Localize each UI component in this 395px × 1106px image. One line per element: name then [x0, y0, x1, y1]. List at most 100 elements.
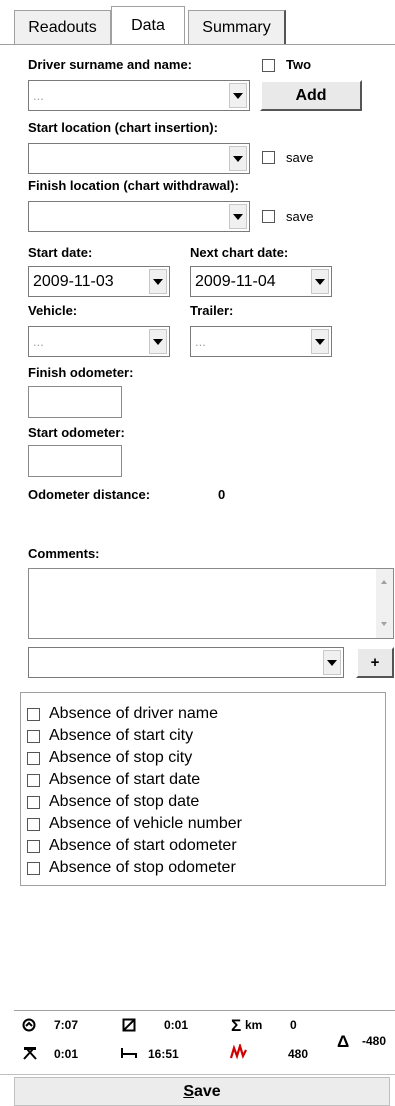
absence-stop-date-row[interactable]: Absence of stop date: [27, 791, 199, 813]
tab-summary-label: Summary: [202, 18, 271, 36]
trailer-label: Trailer:: [190, 303, 234, 318]
absence-start-city-checkbox[interactable]: [27, 729, 40, 743]
absence-driver-name-label: Absence of driver name: [49, 705, 218, 722]
tab-readouts-label: Readouts: [28, 18, 97, 36]
hammers-icon: [22, 1046, 38, 1060]
start-location-save-label: save: [286, 150, 314, 165]
trailer-select-value: ...: [195, 334, 206, 349]
start-date-value: 2009-11-03: [33, 272, 114, 290]
start-odometer-label: Start odometer:: [28, 425, 125, 440]
sum-km-label: km: [245, 1018, 263, 1032]
scroll-up-icon[interactable]: [381, 580, 387, 584]
absence-driver-name-checkbox[interactable]: [27, 707, 40, 721]
absence-stop-date-label: Absence of stop date: [49, 793, 200, 810]
comments-scrollbar[interactable]: [376, 569, 393, 638]
drive-time-icon: [22, 1018, 36, 1032]
absence-stop-city-checkbox[interactable]: [27, 751, 40, 765]
vehicle-label: Vehicle:: [28, 303, 78, 318]
driver-select[interactable]: ...: [28, 80, 250, 111]
tab-data-label: Data: [131, 17, 165, 34]
tab-summary[interactable]: Summary: [188, 10, 286, 44]
status-bar: 7:07 0:01 Σ km 0 Δ -480 0:01 16:51 480: [14, 1016, 395, 1074]
vehicle-select-value: ...: [33, 334, 44, 349]
finish-location-select[interactable]: [28, 201, 250, 232]
absence-driver-name-row[interactable]: Absence of driver name: [27, 703, 218, 725]
start-location-select[interactable]: [28, 143, 250, 174]
work-time-value: 0:01: [164, 1018, 189, 1032]
absence-start-date-row[interactable]: Absence of start date: [27, 769, 200, 791]
absence-vehicle-number-row[interactable]: Absence of vehicle number: [27, 813, 242, 835]
start-date-label: Start date:: [28, 245, 93, 260]
trailer-select[interactable]: ...: [190, 326, 332, 357]
chevron-down-icon[interactable]: [229, 83, 247, 108]
absence-vehicle-number-label: Absence of vehicle number: [49, 815, 242, 832]
absence-stop-odometer-row[interactable]: Absence of stop odometer: [27, 857, 236, 879]
availability-icon: [122, 1018, 136, 1032]
drive-time-value: 7:07: [54, 1018, 79, 1032]
finish-odometer-input[interactable]: [28, 386, 122, 418]
sum-icon: Σ: [231, 1016, 242, 1035]
absence-stop-odometer-label: Absence of stop odometer: [49, 859, 236, 876]
next-chart-date-label: Next chart date:: [190, 245, 289, 260]
finish-location-label: Finish location (chart withdrawal):: [28, 178, 239, 193]
add-comment-button[interactable]: +: [356, 647, 394, 678]
absence-stop-odometer-checkbox[interactable]: [27, 861, 40, 875]
scroll-down-icon[interactable]: [381, 622, 387, 626]
delta-icon: Δ: [337, 1032, 350, 1051]
add-driver-button[interactable]: Add: [260, 80, 362, 111]
save-button-label: Save: [183, 1082, 221, 1100]
absence-stop-date-checkbox[interactable]: [27, 795, 40, 809]
absence-group: Absence of driver name Absence of start …: [20, 692, 386, 886]
driver-select-value: ...: [33, 88, 44, 103]
absence-start-city-row[interactable]: Absence of start city: [27, 725, 193, 747]
speed-graph-icon: [230, 1044, 248, 1060]
delta-value: -480: [362, 1034, 387, 1048]
add-driver-button-label: Add: [295, 86, 327, 104]
finish-location-save-checkbox[interactable]: [262, 210, 275, 223]
start-date-picker[interactable]: 2009-11-03: [28, 266, 170, 297]
odometer-distance-value: 0: [218, 487, 226, 502]
tab-divider: [0, 44, 395, 45]
comments-textarea[interactable]: [28, 568, 394, 639]
status-divider: [14, 1010, 395, 1011]
chevron-down-icon[interactable]: [311, 269, 329, 294]
vehicle-select[interactable]: ...: [28, 326, 170, 357]
driver-label: Driver surname and name:: [28, 57, 193, 72]
absence-stop-city-label: Absence of stop city: [49, 749, 193, 766]
save-divider: [0, 1074, 395, 1075]
chevron-down-icon[interactable]: [149, 269, 167, 294]
comments-label: Comments:: [28, 546, 100, 561]
absence-start-date-label: Absence of start date: [49, 771, 201, 788]
odometer-distance-label: Odometer distance:: [28, 487, 151, 502]
bed-icon: [120, 1047, 138, 1059]
chevron-down-icon[interactable]: [149, 329, 167, 354]
chevron-down-icon[interactable]: [229, 204, 247, 229]
start-location-save-checkbox[interactable]: [262, 151, 275, 164]
add-comment-button-label: +: [370, 654, 380, 671]
chevron-down-icon[interactable]: [323, 650, 341, 675]
start-location-label: Start location (chart insertion):: [28, 120, 218, 135]
save-button[interactable]: Save: [14, 1077, 390, 1106]
absence-start-city-label: Absence of start city: [49, 727, 194, 744]
rest-time-value: 0:01: [54, 1047, 79, 1061]
tab-readouts[interactable]: Readouts: [14, 10, 111, 44]
speed-value: 480: [288, 1047, 309, 1061]
absence-vehicle-number-checkbox[interactable]: [27, 817, 40, 831]
break-time-value: 16:51: [148, 1047, 179, 1061]
sum-km-value: 0: [290, 1018, 297, 1032]
absence-start-odometer-row[interactable]: Absence of start odometer: [27, 835, 237, 857]
absence-stop-city-row[interactable]: Absence of stop city: [27, 747, 192, 769]
two-drivers-label: Two: [286, 57, 312, 72]
two-drivers-checkbox[interactable]: [262, 59, 275, 72]
absence-start-odometer-label: Absence of start odometer: [49, 837, 237, 854]
finish-odometer-label: Finish odometer:: [28, 365, 134, 380]
absence-start-odometer-checkbox[interactable]: [27, 839, 40, 853]
next-chart-date-value: 2009-11-04: [195, 272, 276, 290]
tab-data[interactable]: Data: [111, 6, 185, 45]
start-odometer-input[interactable]: [28, 445, 122, 477]
chevron-down-icon[interactable]: [311, 329, 329, 354]
next-chart-date-picker[interactable]: 2009-11-04: [190, 266, 332, 297]
chevron-down-icon[interactable]: [229, 146, 247, 171]
absence-start-date-checkbox[interactable]: [27, 773, 40, 787]
comments-select[interactable]: [28, 647, 344, 678]
